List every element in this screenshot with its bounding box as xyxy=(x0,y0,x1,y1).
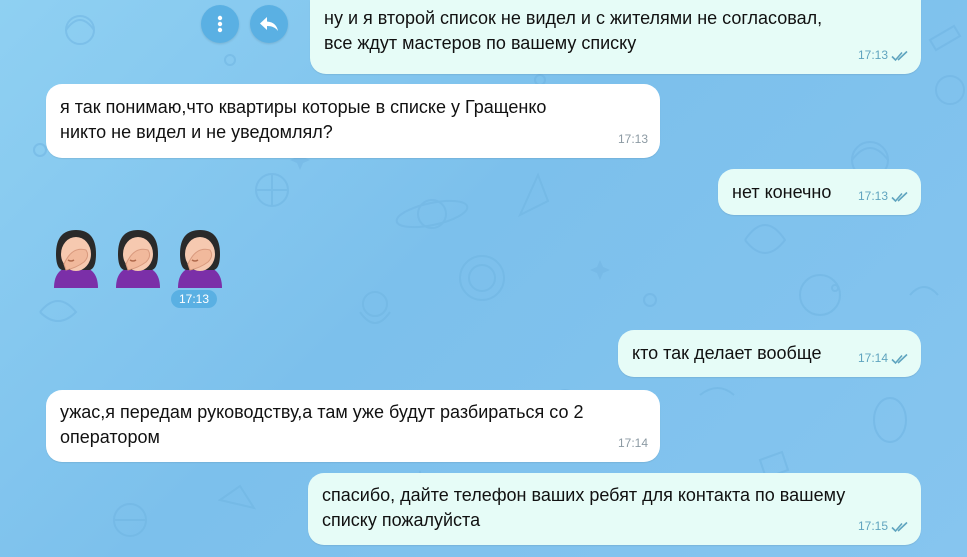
emoji-message[interactable] xyxy=(46,224,230,288)
message-bubble-outgoing[interactable]: кто так делает вообще 17:14 xyxy=(618,330,921,377)
woman-facepalming-icon xyxy=(116,230,160,288)
more-vertical-icon xyxy=(217,15,223,33)
read-receipt-icon xyxy=(891,353,908,364)
read-receipt-icon xyxy=(891,191,908,202)
message-bubble-incoming[interactable]: я так понимаю,что квартиры которые в спи… xyxy=(46,84,660,158)
more-options-button[interactable] xyxy=(201,5,239,43)
message-time: 17:13 xyxy=(857,189,888,203)
message-bubble-outgoing[interactable]: спасибо, дайте телефон ваших ребят для к… xyxy=(308,473,921,545)
message-bubble-outgoing[interactable]: ну и я второй список не видел и с жителя… xyxy=(310,0,921,74)
message-meta: 17:14 xyxy=(618,431,648,456)
message-time: 17:15 xyxy=(857,519,888,533)
reply-icon xyxy=(260,17,278,31)
message-time: 17:13 xyxy=(617,132,648,146)
message-text: ну и я второй список не видел и с жителя… xyxy=(324,8,823,53)
message-meta: 17:13 xyxy=(858,184,909,209)
message-time: 17:13 xyxy=(171,290,218,308)
message-time: 17:14 xyxy=(857,351,888,365)
read-receipt-icon xyxy=(891,521,908,532)
woman-facepalming-icon xyxy=(54,230,98,288)
message-time: 17:14 xyxy=(617,436,648,450)
message-text: я так понимаю,что квартиры которые в спи… xyxy=(60,97,547,142)
woman-facepalming-icon xyxy=(178,230,222,288)
message-bubble-outgoing[interactable]: нет конечно 17:13 xyxy=(718,169,921,215)
message-text: ужас,я передам руководству,а там уже буд… xyxy=(60,402,584,447)
message-time: 17:13 xyxy=(857,48,888,62)
read-receipt-icon xyxy=(891,50,908,61)
message-meta: 17:13 xyxy=(858,43,909,68)
message-bubble-incoming[interactable]: ужас,я передам руководству,а там уже буд… xyxy=(46,390,660,462)
message-text: кто так делает вообще xyxy=(632,343,822,363)
message-meta: 17:14 xyxy=(858,346,909,371)
message-meta: 17:15 xyxy=(858,514,909,539)
message-text: спасибо, дайте телефон ваших ребят для к… xyxy=(322,485,846,530)
reply-button[interactable] xyxy=(250,5,288,43)
message-meta: 17:13 xyxy=(618,127,648,152)
message-text: нет конечно xyxy=(732,182,832,202)
